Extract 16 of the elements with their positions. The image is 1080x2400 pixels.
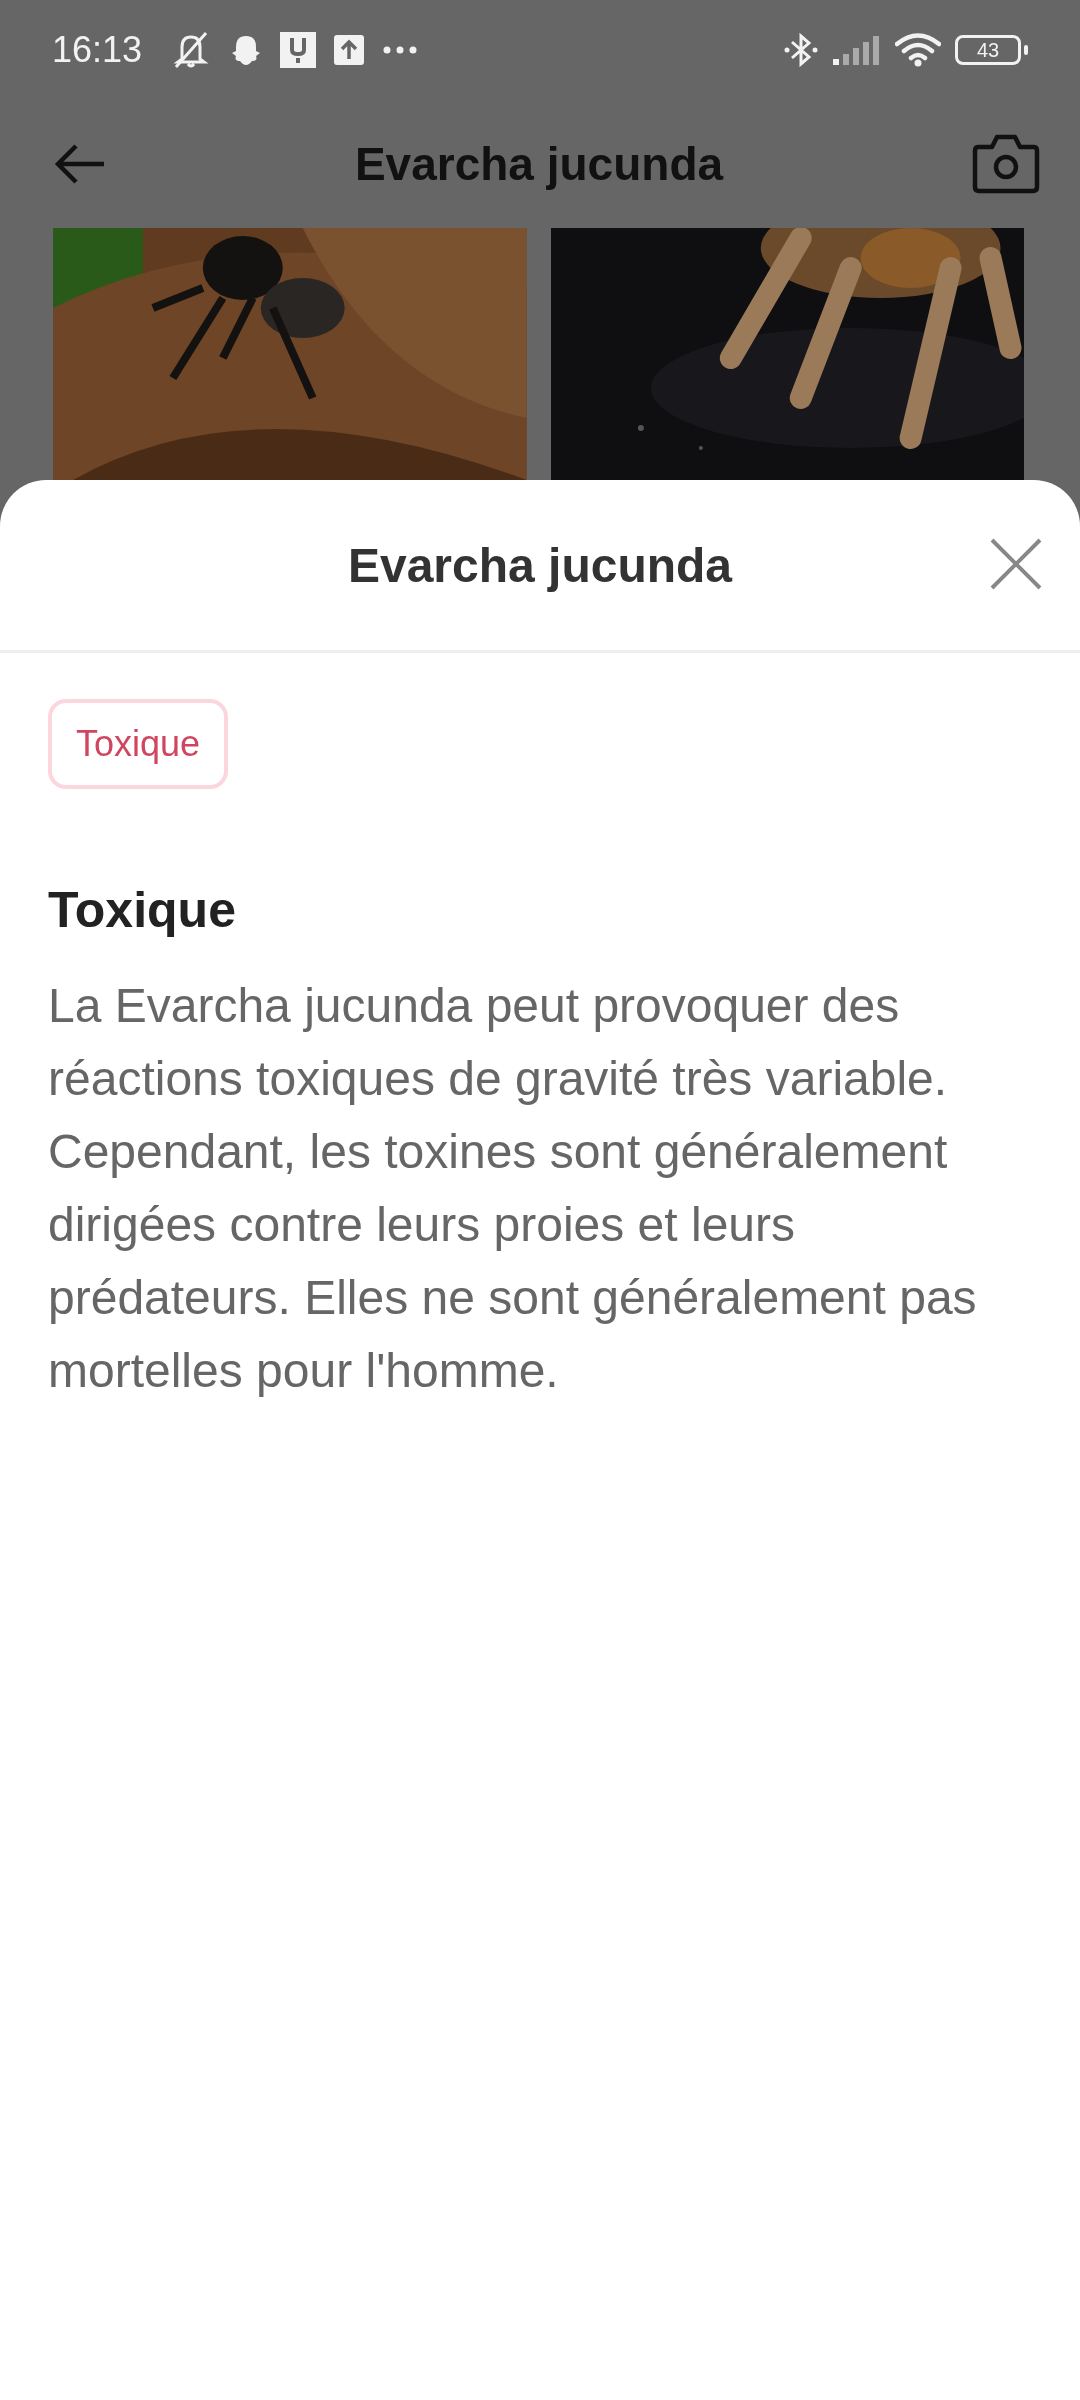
- upload-icon: [334, 35, 365, 65]
- close-button[interactable]: [990, 538, 1042, 590]
- section-text: La Evarcha jucunda peut provoquer des réactions toxiques de gravité très variable. Cependant, les toxines sont généralement dirigées contre leurs proies et leurs prédateurs. Elles ne sont généralement pas mortelles pour l'homme.: [48, 978, 978, 1399]
- status-time: 16:13: [52, 29, 143, 71]
- more-icon: [382, 45, 419, 55]
- alert-box-icon: [280, 32, 317, 68]
- tag: Toxique: [48, 699, 229, 789]
- signal-icon: [833, 35, 881, 65]
- battery-indicator: 43: [955, 35, 1028, 65]
- section-heading: Toxique: [48, 881, 237, 939]
- bluetooth-icon: [783, 31, 819, 69]
- app-bar-title: Evarcha jucunda: [353, 137, 725, 191]
- camera-button[interactable]: [972, 133, 1040, 195]
- back-button[interactable]: [54, 144, 106, 184]
- sheet-title: Evarcha jucunda: [347, 537, 733, 593]
- wifi-icon: [895, 33, 941, 67]
